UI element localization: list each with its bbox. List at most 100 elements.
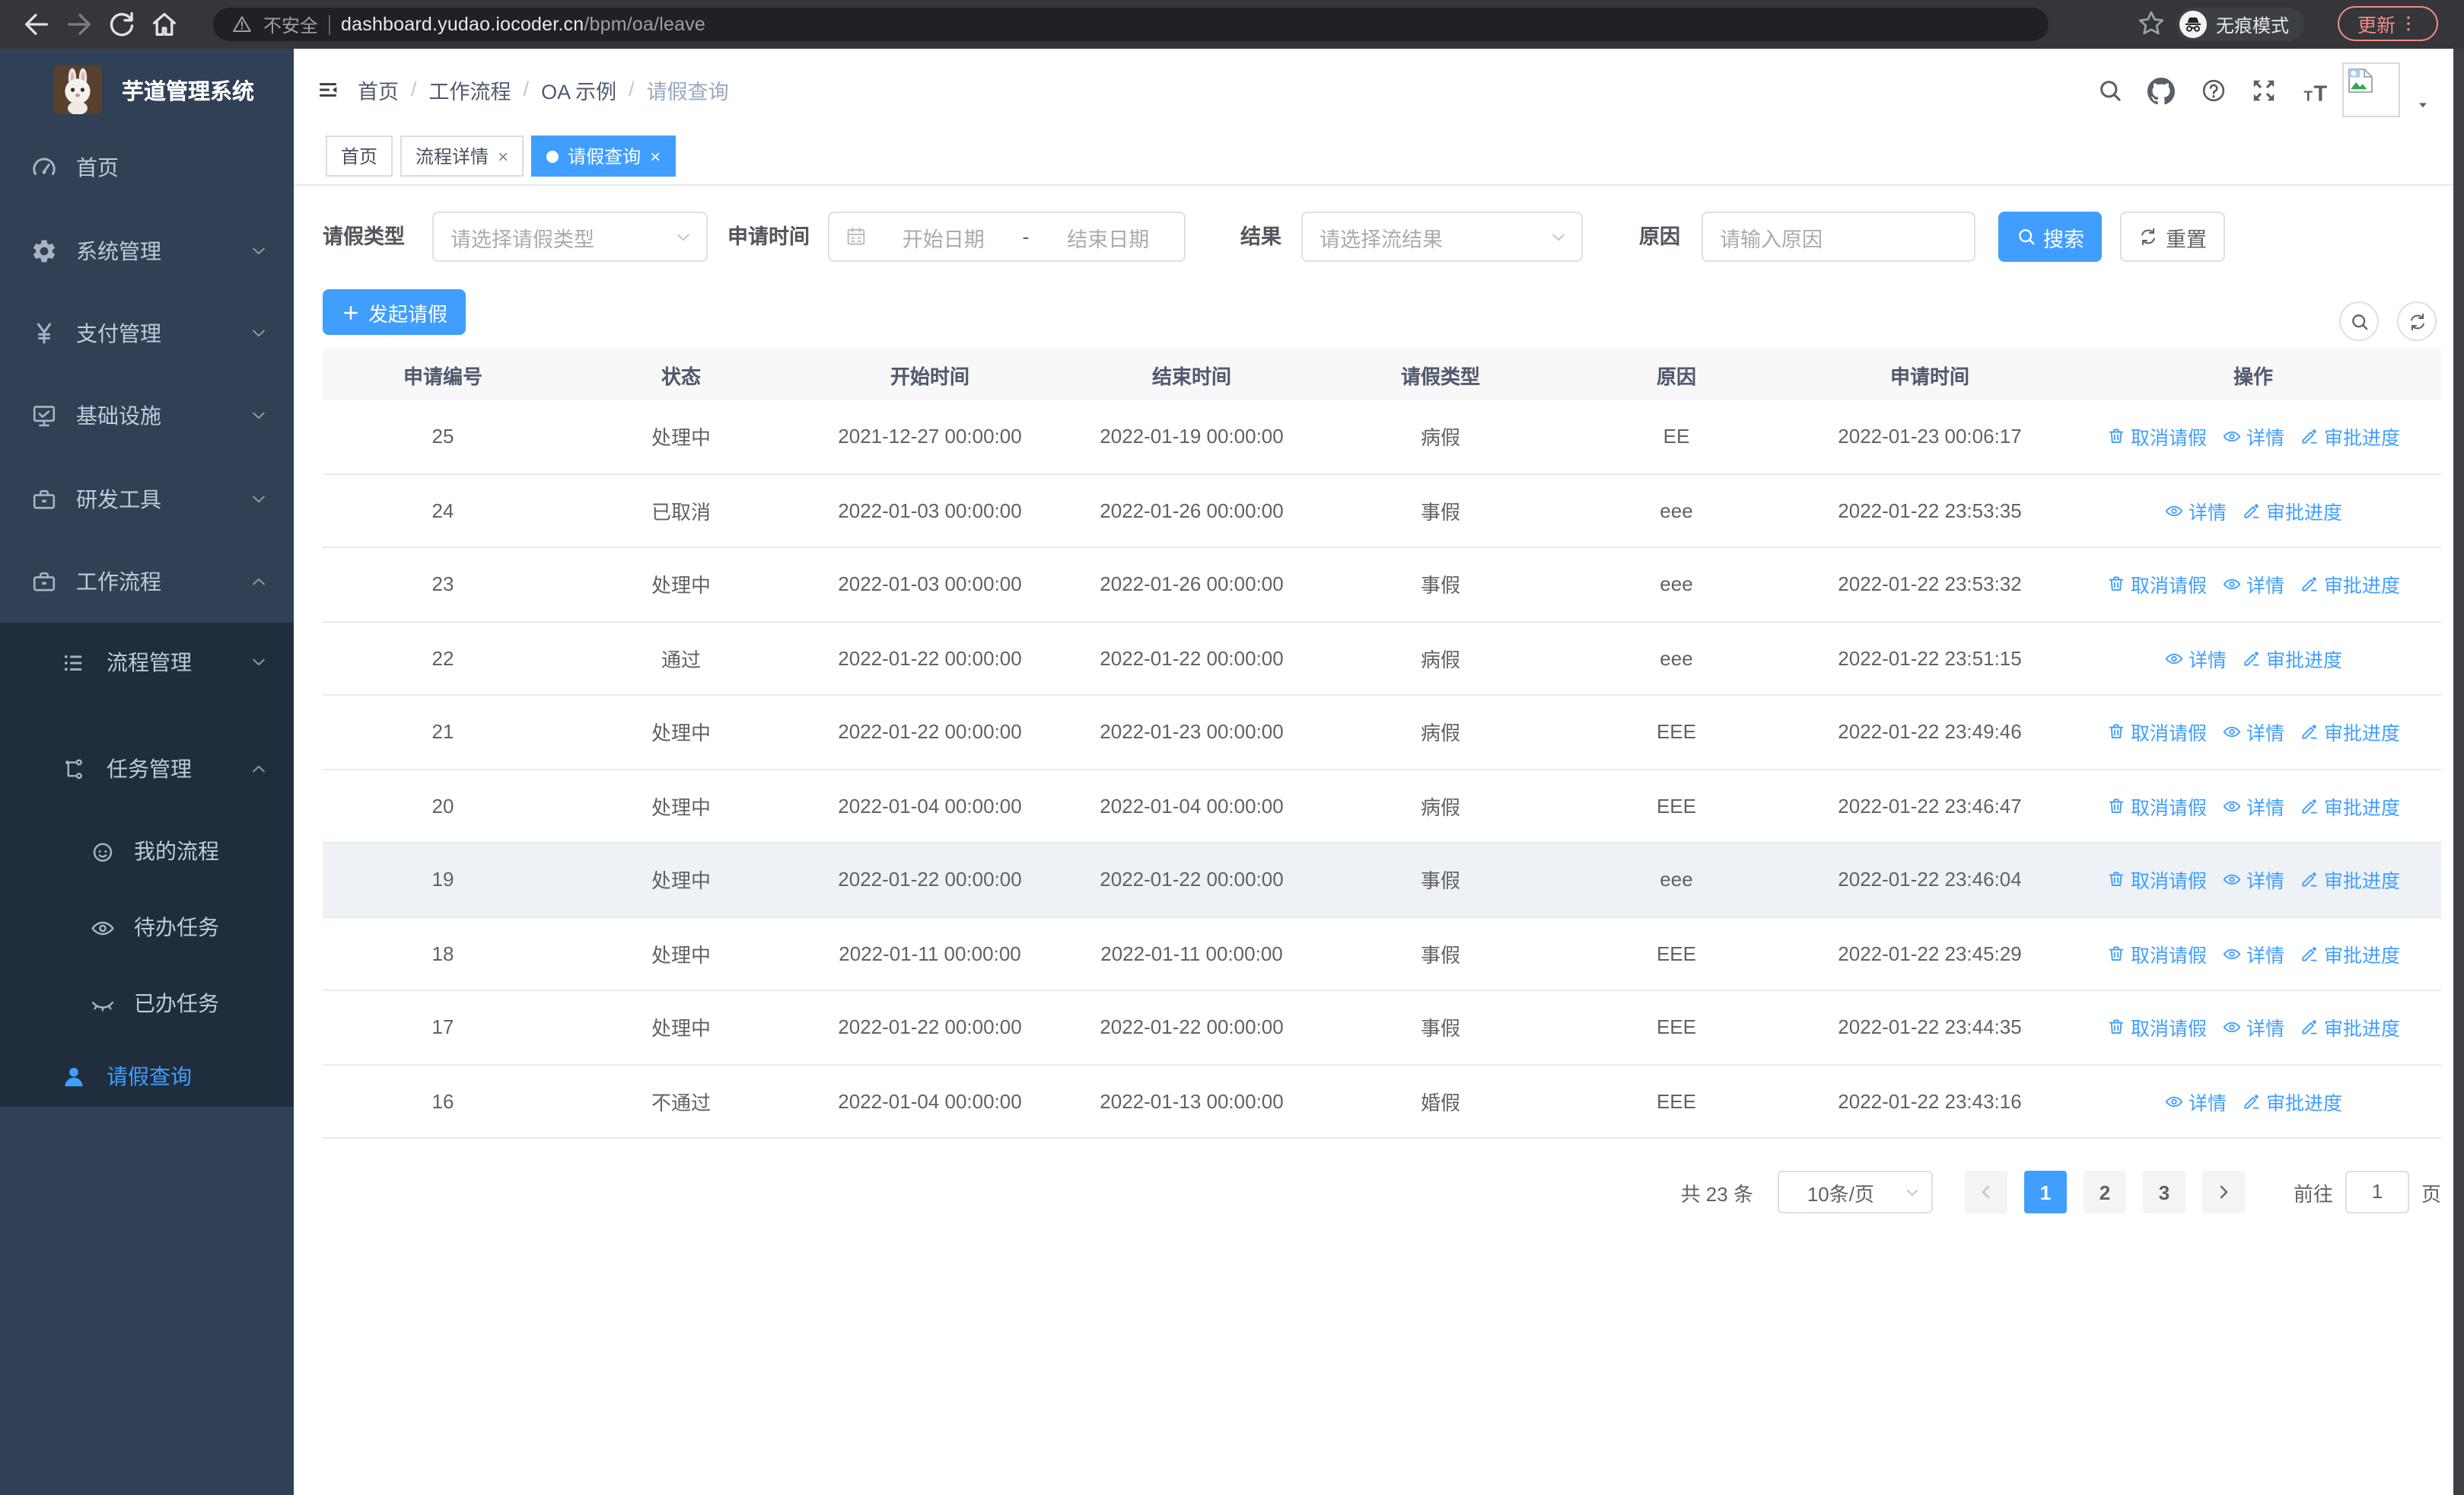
sidebar-subitem-1[interactable]: 流程管理: [0, 629, 294, 696]
sidebar-subitem-3[interactable]: 我的流程: [0, 818, 294, 885]
sidebar-item-2[interactable]: 系统管理: [0, 209, 294, 292]
font-size-icon[interactable]: TT: [2301, 78, 2332, 108]
detail-action-link[interactable]: 详情: [2164, 644, 2227, 673]
cell-start: 2022-01-03 00:00:00: [838, 499, 1022, 522]
breadcrumb-item[interactable]: 工作流程: [429, 74, 511, 104]
action-label: 取消请假: [2130, 945, 2207, 967]
cell-end: 2022-01-22 00:00:00: [1100, 646, 1284, 670]
tab-3[interactable]: 请假查询 ×: [531, 135, 676, 177]
pencil-icon: [2300, 1018, 2319, 1038]
briefcase-icon: [30, 486, 58, 513]
detail-action-link[interactable]: 详情: [2222, 939, 2284, 968]
cancel-action-link[interactable]: 取消请假: [2106, 865, 2207, 894]
goto-page-input[interactable]: 1: [2345, 1171, 2409, 1213]
cancel-action-link[interactable]: 取消请假: [2106, 718, 2207, 747]
sidebar-subitem-6[interactable]: 请假查询: [0, 1043, 294, 1110]
reset-button[interactable]: 重置: [2120, 212, 2225, 262]
column-header: 结束时间: [1151, 365, 1231, 387]
cancel-action-link[interactable]: 取消请假: [2106, 570, 2207, 599]
progress-action-link[interactable]: 审批进度: [2300, 422, 2400, 451]
next-page-button[interactable]: [2201, 1171, 2245, 1213]
sidebar-item-label: 工作流程: [76, 569, 161, 594]
cancel-action-link[interactable]: 取消请假: [2106, 1013, 2207, 1042]
help-icon[interactable]: [2201, 78, 2227, 104]
progress-action-link[interactable]: 审批进度: [2300, 718, 2400, 747]
detail-action-link[interactable]: 详情: [2222, 570, 2284, 599]
detail-action-link[interactable]: 详情: [2222, 865, 2284, 894]
browser-forward-icon[interactable]: [64, 9, 94, 40]
progress-action-link[interactable]: 审批进度: [2242, 644, 2342, 673]
breadcrumb-item[interactable]: 首页: [358, 74, 399, 104]
logo-row[interactable]: 芋道管理系统: [0, 65, 294, 114]
detail-action-link[interactable]: 详情: [2222, 422, 2284, 451]
progress-action-link[interactable]: 审批进度: [2300, 1013, 2400, 1042]
progress-action-link[interactable]: 审批进度: [2242, 496, 2342, 525]
page-button-3[interactable]: 3: [2142, 1171, 2185, 1213]
cell-type: 病假: [1420, 426, 1460, 450]
sidebar-item-1[interactable]: 首页: [0, 126, 294, 209]
table-row: 20 处理中 2022-01-04 00:00:00 2022-01-04 00:00…: [323, 770, 2441, 843]
fullscreen-icon[interactable]: [2251, 78, 2277, 104]
incognito-icon: [2179, 11, 2207, 38]
search-icon[interactable]: [2097, 78, 2123, 104]
breadcrumb-item[interactable]: OA 示例: [541, 74, 616, 104]
cell-start: 2022-01-03 00:00:00: [838, 572, 1022, 596]
page-button-2[interactable]: 2: [2083, 1171, 2126, 1213]
sidebar-item-3[interactable]: 支付管理: [0, 292, 294, 375]
browser-menu-button[interactable]: 更新: [2338, 6, 2438, 41]
refresh-table-button[interactable]: [2397, 301, 2437, 341]
detail-action-link[interactable]: 详情: [2222, 718, 2284, 747]
browser-back-icon[interactable]: [21, 9, 52, 40]
bookmark-star-icon[interactable]: [2137, 9, 2166, 38]
apply-time-range-input[interactable]: 开始日期 - 结束日期: [828, 212, 1186, 262]
action-label: 审批进度: [2324, 1018, 2401, 1041]
briefcase-icon: [30, 568, 58, 595]
toggle-search-button[interactable]: [2339, 301, 2379, 341]
detail-action-link[interactable]: 详情: [2164, 496, 2227, 525]
cell-applied: 2022-01-22 23:45:29: [1838, 942, 2022, 965]
sidebar-item-6[interactable]: 工作流程: [0, 540, 294, 623]
address-bar[interactable]: 不安全 dashboard.yudao.iocoder.cn/bpm/oa/le…: [213, 8, 2049, 41]
column-header: 开始时间: [890, 365, 969, 387]
sidebar-subitem-4[interactable]: 待办任务: [0, 894, 294, 961]
progress-action-link[interactable]: 审批进度: [2242, 1087, 2342, 1116]
tab-close-icon[interactable]: ×: [498, 147, 508, 165]
cancel-action-link[interactable]: 取消请假: [2106, 939, 2207, 968]
prev-page-button[interactable]: [1964, 1171, 2007, 1213]
cancel-action-link[interactable]: 取消请假: [2106, 422, 2207, 451]
result-select[interactable]: 请选择流结果: [1301, 212, 1583, 262]
progress-action-link[interactable]: 审批进度: [2300, 939, 2400, 968]
github-icon[interactable]: [2147, 78, 2175, 105]
sidebar-collapse-icon[interactable]: [317, 79, 339, 100]
create-leave-button[interactable]: 发起请假: [323, 289, 466, 335]
tab-1[interactable]: 首页: [326, 135, 393, 177]
avatar[interactable]: [2342, 62, 2400, 117]
sidebar-item-5[interactable]: 研发工具: [0, 457, 294, 540]
detail-action-link[interactable]: 详情: [2164, 1087, 2227, 1116]
tab-2[interactable]: 流程详情 ×: [400, 135, 524, 177]
detail-action-link[interactable]: 详情: [2222, 792, 2284, 821]
search-button[interactable]: 搜索: [1998, 212, 2102, 262]
chevron-down-icon: [248, 406, 269, 427]
tag-view-bar: 首页 流程详情 × 请假查询 ×: [294, 129, 2453, 186]
page-size-select[interactable]: 10条/页: [1777, 1171, 1933, 1213]
sidebar-subitem-5[interactable]: 已办任务: [0, 970, 294, 1037]
cell-start: 2022-01-22 00:00:00: [838, 646, 1022, 670]
progress-action-link[interactable]: 审批进度: [2300, 792, 2400, 821]
reason-input[interactable]: 请输入原因: [1702, 212, 1975, 262]
sidebar-subitem-2[interactable]: 任务管理: [0, 735, 294, 802]
browser-reload-icon[interactable]: [107, 9, 137, 40]
tab-close-icon[interactable]: ×: [650, 147, 661, 165]
cancel-action-link[interactable]: 取消请假: [2106, 792, 2207, 821]
progress-action-link[interactable]: 审批进度: [2300, 570, 2400, 599]
page-scrollbar[interactable]: [2453, 49, 2464, 1495]
detail-action-link[interactable]: 详情: [2222, 1013, 2284, 1042]
leave-type-select[interactable]: 请选择请假类型: [432, 212, 708, 262]
eye-icon: [2222, 575, 2242, 594]
avatar-caret-icon[interactable]: [2415, 99, 2431, 111]
sidebar-item-4[interactable]: 基础设施: [0, 375, 294, 457]
browser-home-icon[interactable]: [149, 9, 180, 40]
page-button-1[interactable]: 1: [2023, 1171, 2067, 1213]
progress-action-link[interactable]: 审批进度: [2300, 865, 2400, 894]
trash-icon: [2106, 722, 2126, 742]
